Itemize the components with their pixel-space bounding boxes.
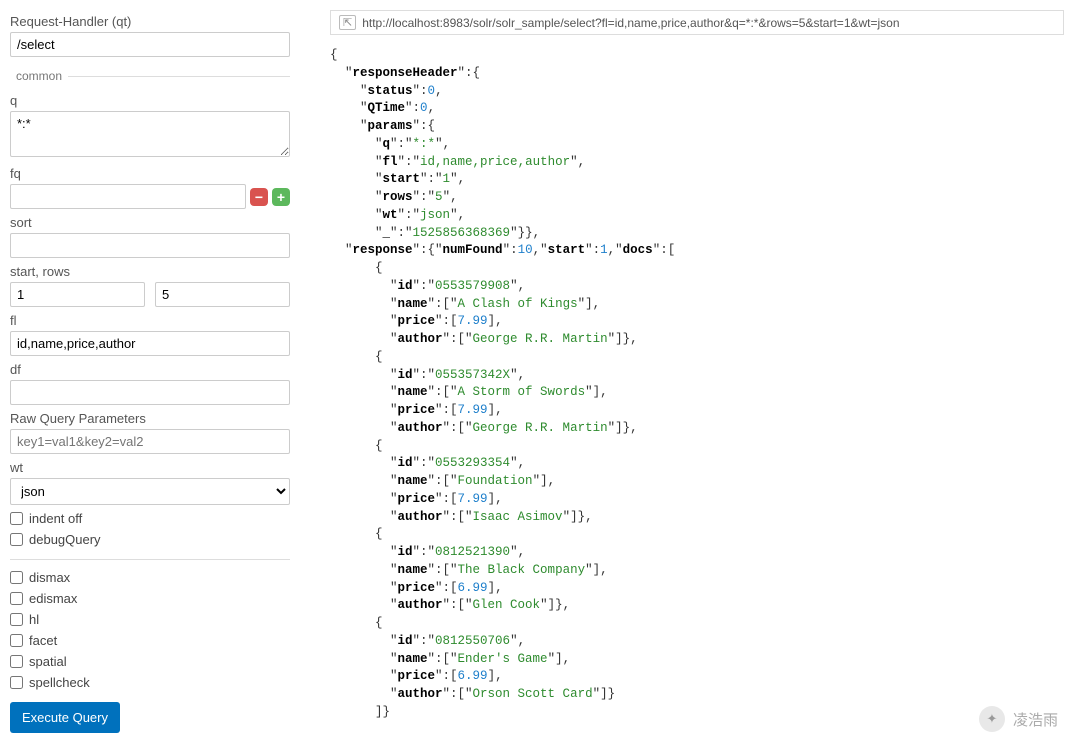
common-legend: common: [10, 69, 68, 83]
start-rows-label: start, rows: [10, 264, 290, 279]
sort-label: sort: [10, 215, 290, 230]
q-label: q: [10, 93, 290, 108]
query-form-sidebar: Request-Handler (qt) common q *:* fq − +…: [0, 0, 300, 754]
common-fieldset: common q *:* fq − + sort start, rows fl …: [10, 69, 290, 547]
wt-select[interactable]: json: [10, 478, 290, 505]
facet-row[interactable]: facet: [10, 633, 290, 648]
wechat-icon: ✦: [979, 706, 1005, 732]
dismax-row[interactable]: dismax: [10, 570, 290, 585]
json-response: { "responseHeader":{ "status":0, "QTime"…: [330, 47, 1064, 722]
spatial-checkbox[interactable]: [10, 655, 23, 668]
request-handler-input[interactable]: [10, 32, 290, 57]
hl-label: hl: [29, 612, 39, 627]
request-url-bar[interactable]: ⇱ http://localhost:8983/solr/solr_sample…: [330, 10, 1064, 35]
rows-input[interactable]: [155, 282, 290, 307]
edismax-label: edismax: [29, 591, 77, 606]
facet-label: facet: [29, 633, 57, 648]
fq-remove-button[interactable]: −: [250, 188, 268, 206]
start-input[interactable]: [10, 282, 145, 307]
indent-off-checkbox[interactable]: [10, 512, 23, 525]
indent-off-label: indent off: [29, 511, 82, 526]
df-input[interactable]: [10, 380, 290, 405]
execute-query-button[interactable]: Execute Query: [10, 702, 120, 733]
spellcheck-label: spellcheck: [29, 675, 90, 690]
fq-label: fq: [10, 166, 290, 181]
debugquery-label: debugQuery: [29, 532, 101, 547]
watermark-text: 凌浩雨: [1013, 709, 1058, 730]
spellcheck-row[interactable]: spellcheck: [10, 675, 290, 690]
raw-params-label: Raw Query Parameters: [10, 411, 290, 426]
indent-off-checkbox-row[interactable]: indent off: [10, 511, 290, 526]
request-handler-label: Request-Handler (qt): [10, 14, 290, 29]
link-icon: ⇱: [339, 15, 356, 30]
debugquery-checkbox-row[interactable]: debugQuery: [10, 532, 290, 547]
edismax-row[interactable]: edismax: [10, 591, 290, 606]
debugquery-checkbox[interactable]: [10, 533, 23, 546]
fl-input[interactable]: [10, 331, 290, 356]
plugins-fieldset: dismax edismax hl facet spatial spellche…: [10, 559, 290, 690]
hl-checkbox[interactable]: [10, 613, 23, 626]
sort-input[interactable]: [10, 233, 290, 258]
q-input[interactable]: *:*: [10, 111, 290, 157]
response-panel: ⇱ http://localhost:8983/solr/solr_sample…: [300, 0, 1080, 754]
hl-row[interactable]: hl: [10, 612, 290, 627]
fl-label: fl: [10, 313, 290, 328]
raw-params-input[interactable]: [10, 429, 290, 454]
dismax-label: dismax: [29, 570, 70, 585]
spatial-row[interactable]: spatial: [10, 654, 290, 669]
watermark: ✦ 凌浩雨: [979, 706, 1058, 732]
facet-checkbox[interactable]: [10, 634, 23, 647]
fq-add-button[interactable]: +: [272, 188, 290, 206]
edismax-checkbox[interactable]: [10, 592, 23, 605]
spellcheck-checkbox[interactable]: [10, 676, 23, 689]
dismax-checkbox[interactable]: [10, 571, 23, 584]
spatial-label: spatial: [29, 654, 67, 669]
request-url-text: http://localhost:8983/solr/solr_sample/s…: [362, 16, 899, 30]
df-label: df: [10, 362, 290, 377]
fq-input[interactable]: [10, 184, 246, 209]
wt-label: wt: [10, 460, 290, 475]
